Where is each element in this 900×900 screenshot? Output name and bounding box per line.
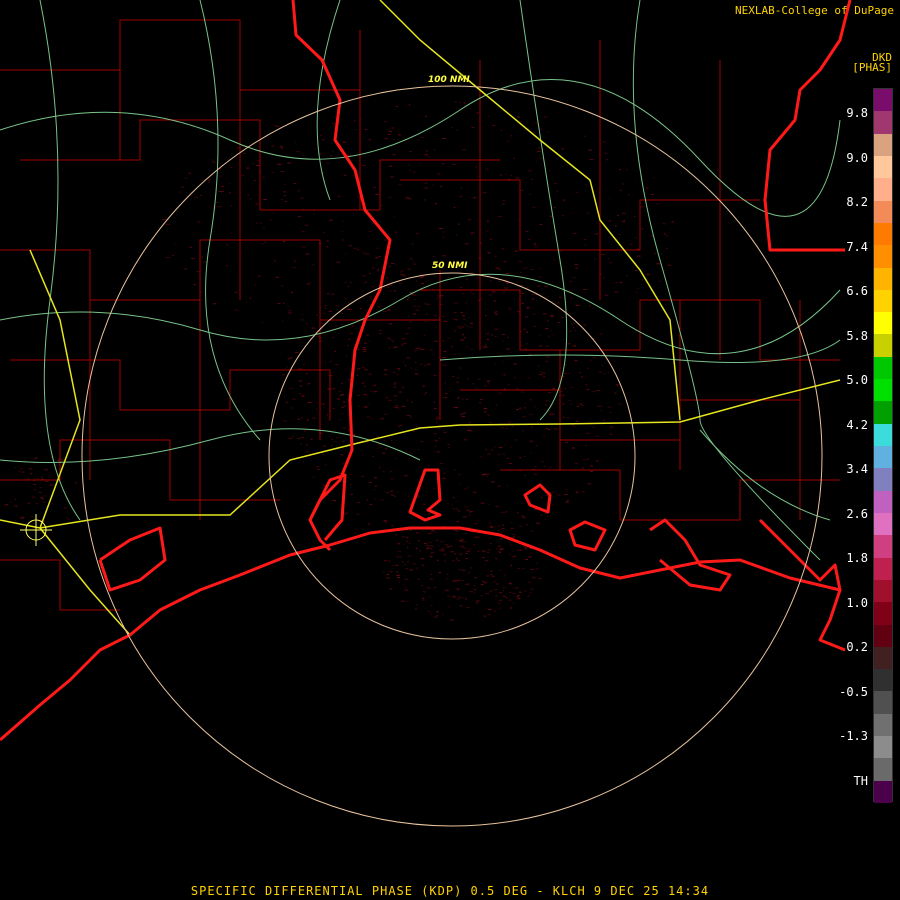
color-scale-label: 0.2	[846, 640, 868, 654]
color-scale-segment	[874, 222, 892, 246]
color-scale-segment	[874, 736, 892, 759]
color-scale-label: 1.0	[846, 595, 868, 610]
product-caption: SPECIFIC DIFFERENTIAL PHASE (KDP) 0.5 DE…	[190, 884, 710, 898]
color-scale-label: 4.2	[846, 417, 868, 432]
color-scale-segment	[874, 512, 892, 536]
color-scale-segment	[874, 356, 892, 380]
color-scale-label: 1.8	[846, 551, 868, 565]
color-scale-segment	[874, 200, 892, 223]
color-scale-label: -0.5	[839, 684, 868, 699]
color-scale-label: 2.6	[846, 506, 868, 521]
color-scale-segment	[874, 379, 892, 402]
ring-label-50: 50 NMI	[432, 261, 468, 271]
color-scale-segment	[874, 89, 892, 112]
color-scale-segment	[874, 289, 892, 313]
color-scale-label: TH	[853, 773, 868, 788]
color-scale-segment	[874, 245, 892, 268]
radar-map: 50 NMI 100 NMI	[0, 0, 900, 900]
product-unit: [PHAS]	[852, 61, 892, 74]
color-scale-segment	[874, 669, 892, 692]
color-scale-segment	[874, 423, 892, 446]
color-scale-segment	[874, 624, 892, 647]
color-scale-label: 3.4	[846, 462, 868, 476]
credit-label: NEXLAB-College of DuPage	[735, 4, 894, 17]
color-scale-segment	[874, 646, 892, 670]
color-scale-segment	[874, 713, 892, 737]
color-scale-label: 5.0	[846, 373, 868, 387]
color-scale-segment	[874, 468, 892, 491]
color-scale-segment	[874, 155, 892, 179]
color-scale-label: 6.6	[846, 284, 868, 298]
color-scale-label: 9.8	[846, 106, 868, 120]
ring-label-100: 100 NMI	[428, 75, 470, 85]
color-scale-segment	[874, 111, 892, 134]
color-scale-label: 8.2	[846, 195, 868, 209]
color-scale-segment	[874, 579, 892, 603]
color-scale-segment	[874, 133, 892, 156]
color-scale-segment	[874, 490, 892, 513]
color-scale-label: 5.8	[846, 328, 868, 343]
color-scale-label: 7.4	[846, 239, 868, 254]
color-scale-segment	[874, 557, 892, 580]
color-scale-segment	[874, 535, 892, 558]
color-scale-segment	[874, 758, 892, 781]
color-scale-segment	[874, 691, 892, 714]
color-scale-segment	[874, 602, 892, 625]
product-units: DKD [PHAS]	[852, 52, 892, 74]
color-scale-label: 9.0	[846, 150, 868, 165]
color-scale-segment	[874, 334, 892, 357]
color-scale-segment	[874, 446, 892, 469]
color-scale-segment	[874, 401, 892, 424]
color-scale-segment	[874, 178, 892, 201]
color-scale-segment	[874, 780, 892, 803]
color-scale-segment	[874, 312, 892, 335]
color-scale-segment	[874, 267, 892, 290]
color-scale-label: -1.3	[839, 729, 868, 743]
color-scale-bar	[873, 88, 893, 803]
